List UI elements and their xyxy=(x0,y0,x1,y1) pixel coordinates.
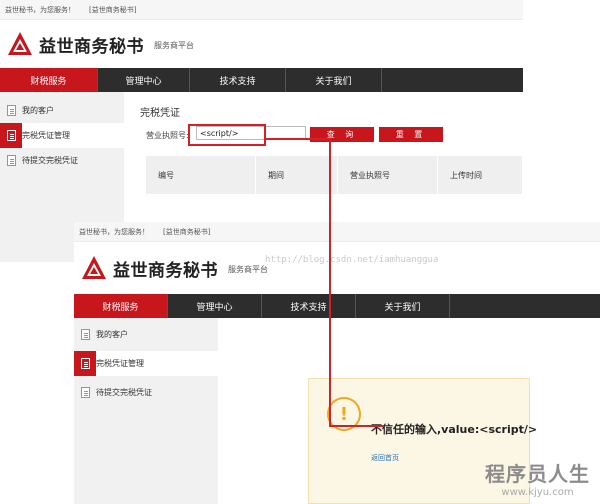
nav-tax-service[interactable]: 财税服务 xyxy=(74,294,168,318)
brand-header: 益世商务秘书 服务商平台 xyxy=(0,20,523,68)
document-icon xyxy=(6,105,16,116)
nav-management[interactable]: 管理中心 xyxy=(168,294,262,318)
nav-tech-support[interactable]: 技术支持 xyxy=(262,294,356,318)
site-link[interactable]: [益世商务秘书] xyxy=(89,5,136,15)
sidebar-item-label: 待提交完税凭证 xyxy=(22,156,78,165)
nav-management[interactable]: 管理中心 xyxy=(98,68,190,92)
document-icon xyxy=(80,387,90,398)
warning-icon: ! xyxy=(327,397,361,431)
table-header: 编号 期间 营业执照号 上传时间 xyxy=(146,156,523,194)
section-title: 完税凭证 xyxy=(140,108,180,119)
highlight-box xyxy=(188,124,266,146)
csdn-watermark: http://blog.csdn.net/iamhuanggua xyxy=(265,255,439,265)
site-watermark: 程序员人生 www.kjyu.com xyxy=(485,458,590,498)
sidebar-item-pending-certificates[interactable]: 待提交完税凭证 xyxy=(0,148,124,173)
red-triangle-logo-icon[interactable] xyxy=(6,30,34,58)
slogan-text: 益世秘书，为您服务！ xyxy=(5,5,75,14)
document-icon xyxy=(6,155,16,166)
sidebar-item-label: 完税凭证管理 xyxy=(22,131,70,140)
site-watermark-name: 程序员人生 xyxy=(485,462,590,486)
document-icon xyxy=(80,329,90,340)
brand-name: 益世商务秘书 xyxy=(39,36,144,57)
nav-about-us[interactable]: 关于我们 xyxy=(356,294,450,318)
column-header-period: 期间 xyxy=(256,156,338,194)
sidebar-item-label: 待提交完税凭证 xyxy=(96,388,152,397)
sidebar-item-label: 我的客户 xyxy=(96,330,128,339)
sidebar-item-label: 完税凭证管理 xyxy=(96,359,144,368)
sidebar-item-label: 我的客户 xyxy=(22,106,54,115)
sidebar-item-pending-certificates[interactable]: 待提交完税凭证 xyxy=(74,380,218,405)
sidebar-item-tax-certificates[interactable]: 完税凭证管理 xyxy=(74,351,218,376)
top-bar: 益世秘书，为您服务！ [益世商务秘书] xyxy=(0,0,523,20)
red-triangle-logo-icon[interactable] xyxy=(80,254,108,282)
nav-about-us[interactable]: 关于我们 xyxy=(286,68,382,92)
sidebar-item-my-clients[interactable]: 我的客户 xyxy=(0,98,124,123)
top-bar: 益世秘书，为您服务！ [益世商务秘书] xyxy=(74,222,600,242)
column-header-id: 编号 xyxy=(146,156,256,194)
reset-button[interactable]: 重 置 xyxy=(379,127,443,142)
sidebar-item-my-clients[interactable]: 我的客户 xyxy=(74,322,218,347)
document-icon xyxy=(80,358,90,369)
column-header-license-number: 营业执照号 xyxy=(338,156,438,194)
nav-tax-service[interactable]: 财税服务 xyxy=(0,68,98,92)
alert-message: 不信任的输入,value:<script/> xyxy=(371,423,538,436)
document-icon xyxy=(6,130,16,141)
site-link[interactable]: [益世商务秘书] xyxy=(163,227,210,237)
query-button[interactable]: 查 询 xyxy=(310,127,374,142)
brand-subtitle: 服务商平台 xyxy=(228,265,268,274)
sidebar-item-tax-certificates[interactable]: 完税凭证管理 xyxy=(0,123,124,148)
site-watermark-url: www.kjyu.com xyxy=(501,487,574,498)
slogan-text: 益世秘书，为您服务！ xyxy=(79,227,149,236)
brand-name: 益世商务秘书 xyxy=(113,260,218,281)
back-home-link[interactable]: 返回首页 xyxy=(371,453,399,463)
brand-header: 益世商务秘书 服务商平台 xyxy=(74,242,600,294)
sidebar: 我的客户 完税凭证管理 待提交完税凭证 xyxy=(74,318,218,504)
license-number-label: 营业执照号: xyxy=(146,131,189,140)
main-nav: 财税服务 管理中心 技术支持 关于我们 xyxy=(0,68,523,92)
column-header-upload-time: 上传时间 xyxy=(438,156,523,194)
nav-tech-support[interactable]: 技术支持 xyxy=(190,68,286,92)
brand-subtitle: 服务商平台 xyxy=(154,41,194,50)
main-nav: 财税服务 管理中心 技术支持 关于我们 xyxy=(74,294,600,318)
